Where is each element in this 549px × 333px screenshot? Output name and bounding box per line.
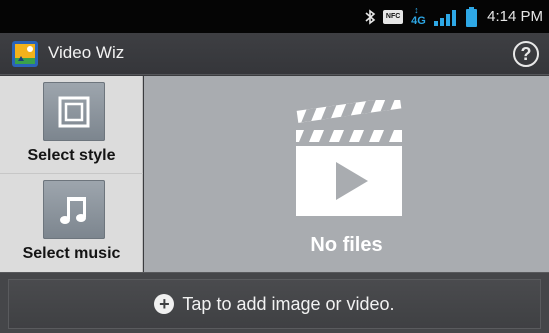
bluetooth-icon [365,8,376,25]
side-panel: Select style Select music [0,76,143,272]
add-media-label: Tap to add image or video. [182,293,395,314]
select-music-icon-button[interactable] [43,180,105,239]
select-style-button[interactable]: Select style [0,76,143,174]
select-style-label: Select style [27,147,116,164]
status-icons: NFC ↕ 4G 4:14 PM [364,0,549,33]
add-media-button[interactable]: + Tap to add image or video. [8,279,541,329]
select-music-button[interactable]: Select music [0,174,143,272]
app-title: Video Wiz [48,43,125,62]
signal-icon [434,9,457,26]
status-time: 4:14 PM [487,8,543,25]
frame-icon [58,96,90,128]
music-note-icon [60,197,86,224]
help-button[interactable]: ? [513,41,539,67]
status-bar: NFC ↕ 4G 4:14 PM [0,0,549,33]
empty-state-label: No files [310,234,383,256]
select-music-label: Select music [22,245,121,262]
app-logo-icon [12,41,38,67]
bottom-bar: + Tap to add image or video. [0,272,549,333]
network-type-label: 4G [411,14,426,27]
select-style-icon-button[interactable] [43,82,105,141]
clapperboard-play-icon [296,100,402,216]
app-bar: Video Wiz ? [0,33,549,75]
add-circle-icon: + [154,294,175,314]
4g-data-icon: ↕ 4G [411,4,426,27]
preview-area[interactable]: No files [144,76,549,272]
nfc-icon: NFC [383,9,404,24]
battery-icon [466,6,478,27]
